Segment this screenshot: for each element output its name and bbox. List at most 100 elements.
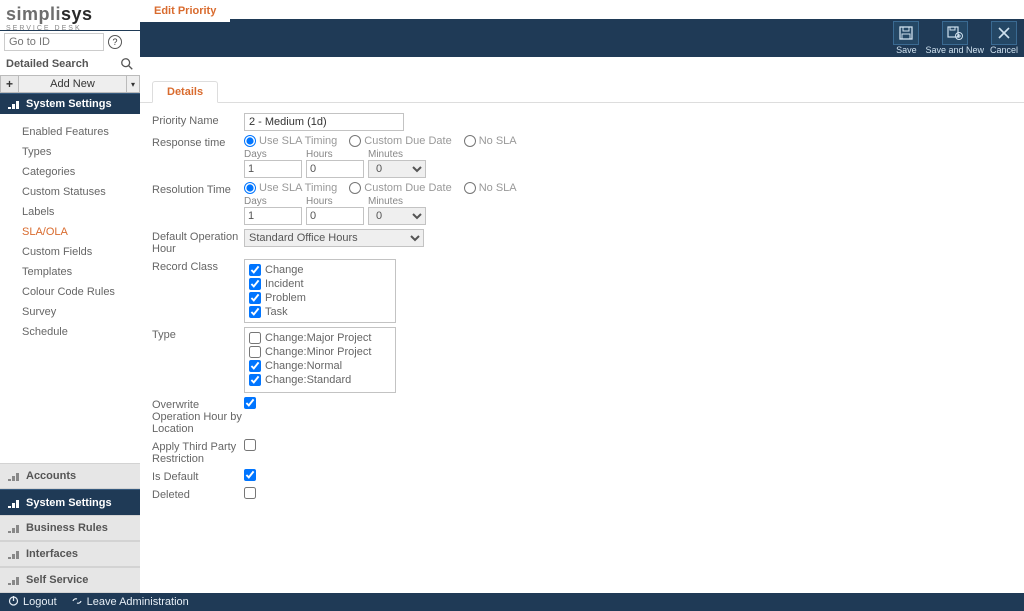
nav-list: Enabled Features Types Categories Custom… (0, 114, 140, 463)
check-third-party[interactable] (244, 439, 256, 451)
nav-labels[interactable]: Labels (22, 202, 140, 222)
footer-label: Leave Administration (87, 596, 189, 608)
titlebar: Save Save and New Cancel (140, 19, 1024, 57)
check-task[interactable] (249, 306, 261, 318)
tab-details[interactable]: Details (152, 81, 218, 103)
check-type-major[interactable] (249, 332, 261, 344)
label-third-party: Apply Third Party Restriction (152, 439, 244, 465)
list-item-label: Change:Standard (265, 374, 351, 386)
radio-use-sla-response[interactable]: Use SLA Timing (244, 135, 337, 147)
cancel-button[interactable]: Cancel (990, 21, 1018, 55)
radio-use-sla-resolution[interactable]: Use SLA Timing (244, 182, 337, 194)
nav-survey[interactable]: Survey (22, 302, 140, 322)
accordion-system-settings[interactable]: System Settings (0, 489, 140, 515)
label-default-op-hour: Default Operation Hour (152, 229, 244, 255)
label-days: Days (244, 196, 302, 207)
label-days: Days (244, 149, 302, 160)
check-type-standard[interactable] (249, 374, 261, 386)
logo-text-1: simpli (6, 4, 61, 24)
nav-types[interactable]: Types (22, 142, 140, 162)
nav-sla-ola[interactable]: SLA/OLA (22, 222, 140, 242)
nav-categories[interactable]: Categories (22, 162, 140, 182)
accordion-label: Interfaces (26, 548, 78, 560)
goto-id-input[interactable] (4, 33, 104, 51)
plus-icon[interactable]: + (0, 75, 18, 93)
response-hours-input[interactable] (306, 160, 364, 178)
page-title-tab: Edit Priority (140, 0, 230, 22)
resolution-hours-input[interactable] (306, 207, 364, 225)
add-new-dropdown[interactable]: + Add New ▾ (0, 75, 140, 93)
check-problem[interactable] (249, 292, 261, 304)
check-type-minor[interactable] (249, 346, 261, 358)
link-icon (71, 596, 83, 609)
bars-icon (8, 575, 20, 585)
bars-icon (8, 549, 20, 559)
help-icon[interactable]: ? (108, 35, 122, 49)
response-minutes-select[interactable]: 0 (368, 160, 426, 178)
nav-colour-code-rules[interactable]: Colour Code Rules (22, 282, 140, 302)
response-days-input[interactable] (244, 160, 302, 178)
check-type-normal[interactable] (249, 360, 261, 372)
priority-name-input[interactable] (244, 113, 404, 131)
toolbar: Save Save and New Cancel (893, 19, 1018, 55)
accordion-label: Business Rules (26, 522, 108, 534)
check-is-default[interactable] (244, 469, 256, 481)
logout-link[interactable]: Logout (8, 595, 57, 609)
toolbar-label: Save and New (925, 46, 984, 55)
toolbar-label: Save (896, 46, 917, 55)
check-change[interactable] (249, 264, 261, 276)
label-overwrite-op-hour: Overwrite Operation Hour by Location (152, 397, 244, 435)
label-priority-name: Priority Name (152, 113, 244, 127)
resolution-minutes-select[interactable]: 0 (368, 207, 426, 225)
list-item-label: Incident (265, 278, 304, 290)
radio-custom-due-response[interactable]: Custom Due Date (349, 135, 451, 147)
add-new-label: Add New (18, 75, 126, 93)
list-item-label: Change:Normal (265, 360, 342, 372)
radio-no-sla-resolution[interactable]: No SLA (464, 182, 517, 194)
nav-schedule[interactable]: Schedule (22, 322, 140, 342)
list-item-label: Task (265, 306, 288, 318)
bars-icon (8, 498, 20, 508)
accordion-business-rules[interactable]: Business Rules (0, 515, 140, 541)
accordion-label: Accounts (26, 470, 76, 482)
nav-custom-fields[interactable]: Custom Fields (22, 242, 140, 262)
save-button[interactable]: Save (893, 21, 919, 55)
accordion-system-settings-top[interactable]: System Settings (0, 93, 140, 114)
record-class-list: Change Incident Problem Task (244, 259, 396, 323)
caret-down-icon[interactable]: ▾ (126, 75, 140, 93)
sidebar: simplisys SERVICE DESK ? Detailed Search… (0, 0, 140, 593)
type-list[interactable]: Change:Major Project Change:Minor Projec… (244, 327, 396, 393)
search-icon[interactable] (120, 57, 134, 71)
label-type: Type (152, 327, 244, 341)
bars-icon (8, 99, 20, 109)
check-overwrite-op-hour[interactable] (244, 397, 256, 409)
label-record-class: Record Class (152, 259, 244, 273)
nav-enabled-features[interactable]: Enabled Features (22, 122, 140, 142)
default-op-hour-select[interactable]: Standard Office Hours (244, 229, 424, 247)
list-item-label: Change:Major Project (265, 332, 371, 344)
radio-no-sla-response[interactable]: No SLA (464, 135, 517, 147)
save-icon (893, 21, 919, 45)
list-item-label: Change (265, 264, 304, 276)
label-minutes: Minutes (368, 149, 426, 160)
check-deleted[interactable] (244, 487, 256, 499)
nav-templates[interactable]: Templates (22, 262, 140, 282)
accordion-self-service[interactable]: Self Service (0, 567, 140, 593)
bars-icon (8, 471, 20, 481)
app-logo: simplisys SERVICE DESK (0, 0, 140, 30)
label-deleted: Deleted (152, 487, 244, 501)
tab-strip: Details (140, 81, 1024, 103)
nav-custom-statuses[interactable]: Custom Statuses (22, 182, 140, 202)
check-incident[interactable] (249, 278, 261, 290)
footer-bar: Logout Leave Administration (0, 593, 1024, 611)
accordion-interfaces[interactable]: Interfaces (0, 541, 140, 567)
resolution-days-input[interactable] (244, 207, 302, 225)
main-area: Edit Priority Save Save and New Cancel D… (140, 0, 1024, 593)
leave-admin-link[interactable]: Leave Administration (71, 596, 189, 609)
bars-icon (8, 523, 20, 533)
radio-custom-due-resolution[interactable]: Custom Due Date (349, 182, 451, 194)
save-and-new-button[interactable]: Save and New (925, 21, 984, 55)
label-resolution-time: Resolution Time (152, 182, 244, 196)
detailed-search-link[interactable]: Detailed Search (6, 58, 89, 70)
accordion-accounts[interactable]: Accounts (0, 463, 140, 489)
